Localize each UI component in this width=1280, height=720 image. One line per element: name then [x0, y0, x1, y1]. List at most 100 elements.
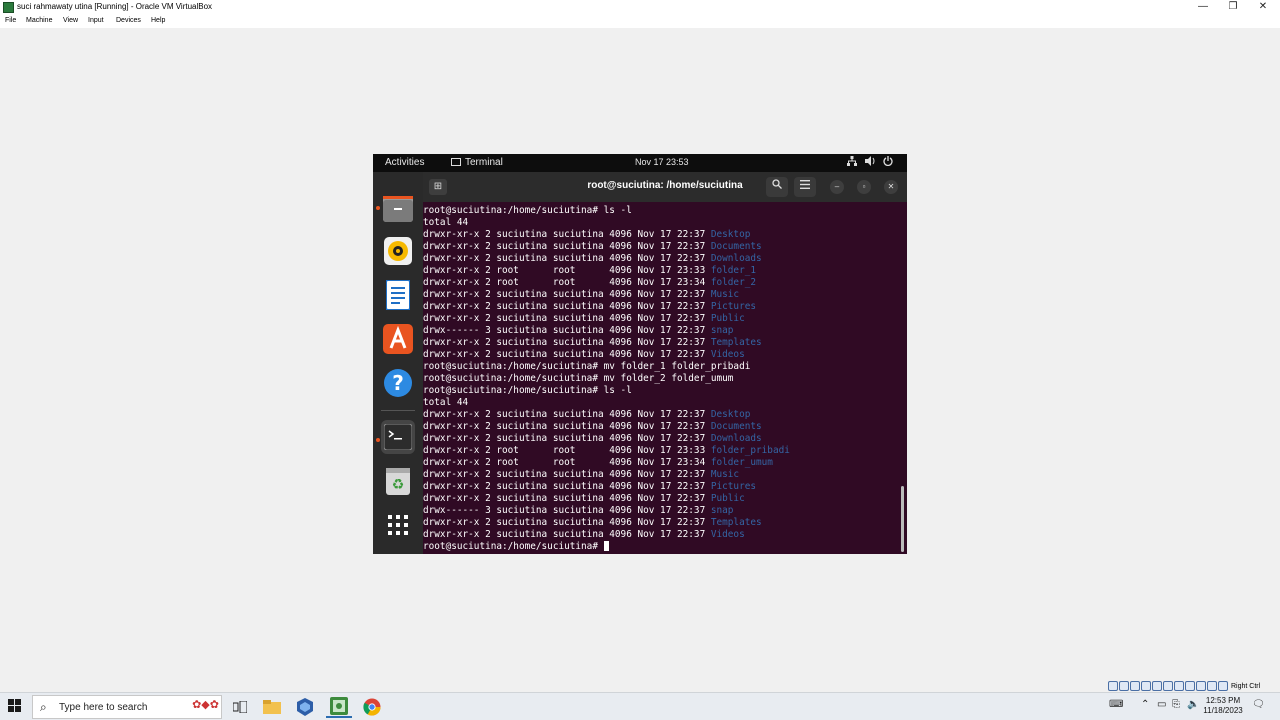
writer-icon[interactable] — [381, 278, 415, 312]
terminal-line: root@suciutina:/home/suciutina# mv folde… — [423, 361, 907, 373]
mouse-integration-icon[interactable] — [1207, 681, 1217, 691]
terminal-line-text: drwxr-xr-x 2 root root 4096 Nov 17 23:34 — [423, 277, 711, 288]
directory-name: Documents — [710, 421, 762, 432]
terminal-line: drwxr-xr-x 2 suciutina suciutina 4096 No… — [423, 421, 907, 433]
hamburger-menu-button[interactable] — [794, 177, 816, 197]
power-icon[interactable] — [883, 156, 893, 169]
app-menu-label: Terminal — [465, 157, 503, 168]
cpu-icon[interactable] — [1196, 681, 1206, 691]
menu-file[interactable]: File — [5, 17, 16, 24]
terminal-line-text: root@suciutina:/home/suciutina# mv folde… — [423, 361, 751, 372]
terminal-line: drwxr-xr-x 2 suciutina suciutina 4096 No… — [423, 241, 907, 253]
trash-icon[interactable]: ♻ — [381, 464, 415, 498]
menu-input[interactable]: Input — [88, 17, 104, 24]
terminal-line-text: drwxr-xr-x 2 root root 4096 Nov 17 23:33 — [423, 265, 711, 276]
help-icon[interactable]: ? — [381, 366, 415, 400]
terminal-line: root@suciutina:/home/suciutina# ls -l — [423, 385, 907, 397]
terminal-line-text: total 44 — [423, 217, 469, 228]
maximize-window-button[interactable]: ▫ — [857, 180, 871, 194]
gnome-top-bar: Activities Terminal Nov 17 23:53 — [373, 154, 907, 172]
guest-screen: Activities Terminal Nov 17 23:53 ? ♻ ⊞ r… — [373, 154, 907, 554]
minimize-button[interactable]: — — [1186, 0, 1220, 14]
display-icon[interactable] — [1174, 681, 1184, 691]
app-menu[interactable]: Terminal — [451, 157, 503, 168]
directory-name: folder_2 — [710, 277, 757, 288]
directory-name: Templates — [710, 337, 762, 348]
menu-devices[interactable]: Devices — [116, 17, 141, 24]
show-hidden-icons-icon[interactable]: ⌃ — [1141, 699, 1149, 710]
file-explorer-icon[interactable] — [259, 696, 285, 718]
terminal-line-text: drwxr-xr-x 2 suciutina suciutina 4096 No… — [423, 517, 711, 528]
terminal-line: drwxr-xr-x 2 suciutina suciutina 4096 No… — [423, 529, 907, 541]
keyboard-layout-icon[interactable]: ⌨ — [1109, 699, 1123, 710]
app-center-icon[interactable] — [381, 322, 415, 356]
directory-name: Documents — [710, 241, 762, 252]
device-icon[interactable]: ▭ — [1157, 699, 1166, 710]
rhythmbox-icon[interactable] — [381, 234, 415, 268]
text-cursor — [603, 541, 609, 551]
shared-folders-icon[interactable] — [1163, 681, 1173, 691]
terminal-icon[interactable] — [381, 420, 415, 454]
terminal-line: total 44 — [423, 217, 907, 229]
audio-icon[interactable] — [1130, 681, 1140, 691]
activities-button[interactable]: Activities — [385, 157, 424, 168]
vm-window-taskbar-icon[interactable] — [326, 696, 352, 718]
terminal-line-text: drwxr-xr-x 2 suciutina suciutina 4096 No… — [423, 349, 711, 360]
directory-name: Videos — [710, 349, 745, 360]
hard-disk-icon[interactable] — [1108, 681, 1118, 691]
terminal-line: drwxr-xr-x 2 suciutina suciutina 4096 No… — [423, 469, 907, 481]
taskbar-clock[interactable]: 12:53 PM 11/18/2023 — [1198, 696, 1248, 716]
terminal-line: drwx------ 3 suciutina suciutina 4096 No… — [423, 505, 907, 517]
terminal-line: drwxr-xr-x 2 suciutina suciutina 4096 No… — [423, 253, 907, 265]
network-tray-icon[interactable]: ⎘ — [1172, 699, 1180, 710]
terminal-line: root@suciutina:/home/suciutina# mv folde… — [423, 373, 907, 385]
network-adapter-icon[interactable] — [1141, 681, 1151, 691]
search-placeholder: Type here to search — [59, 702, 148, 713]
close-window-button[interactable]: ✕ — [884, 180, 898, 194]
usb-icon[interactable] — [1152, 681, 1162, 691]
task-view-icon[interactable] — [227, 696, 253, 718]
windows-start-icon[interactable] — [8, 699, 22, 713]
terminal-line: drwxr-xr-x 2 suciutina suciutina 4096 No… — [423, 349, 907, 361]
terminal-line-text: root@suciutina:/home/suciutina# ls -l — [423, 385, 632, 396]
show-apps-icon[interactable] — [381, 508, 415, 542]
directory-name: folder_1 — [710, 265, 757, 276]
terminal-line: drwx------ 3 suciutina suciutina 4096 No… — [423, 325, 907, 337]
terminal-scrollbar[interactable] — [901, 486, 904, 552]
terminal-line-text: drwx------ 3 suciutina suciutina 4096 No… — [423, 325, 711, 336]
directory-name: Pictures — [710, 481, 757, 492]
virtualbox-taskbar-icon[interactable] — [292, 696, 318, 718]
terminal-line: drwxr-xr-x 2 suciutina suciutina 4096 No… — [423, 433, 907, 445]
terminal-line-text: drwxr-xr-x 2 suciutina suciutina 4096 No… — [423, 493, 711, 504]
terminal-output[interactable]: root@suciutina:/home/suciutina# ls -l tot… — [423, 202, 907, 554]
search-button[interactable] — [766, 177, 788, 197]
directory-name: Desktop — [710, 229, 751, 240]
host-key-label: Right Ctrl — [1231, 682, 1261, 690]
minimize-window-button[interactable]: – — [830, 180, 844, 194]
hamburger-icon — [800, 180, 810, 189]
chrome-icon[interactable] — [359, 696, 385, 718]
optical-drive-icon[interactable] — [1119, 681, 1129, 691]
vbox-status-bar: Right Ctrl — [1108, 680, 1260, 692]
volume-icon[interactable] — [865, 156, 876, 169]
directory-name: Music — [710, 469, 740, 480]
directory-name: Desktop — [710, 409, 751, 420]
keyboard-capture-icon[interactable] — [1218, 681, 1228, 691]
menu-machine[interactable]: Machine — [26, 17, 52, 24]
restore-button[interactable]: ❐ — [1216, 0, 1250, 14]
network-icon[interactable] — [847, 156, 857, 169]
terminal-line-text: drwx------ 3 suciutina suciutina 4096 No… — [423, 505, 711, 516]
video-capture-icon[interactable] — [1185, 681, 1195, 691]
menu-view[interactable]: View — [63, 17, 78, 24]
notifications-icon[interactable]: 🗨 — [1252, 699, 1265, 710]
terminal-line-text: drwxr-xr-x 2 suciutina suciutina 4096 No… — [423, 313, 711, 324]
terminal-line: root@suciutina:/home/suciutina# ls -l — [423, 205, 907, 217]
close-button[interactable]: ✕ — [1246, 0, 1280, 14]
menu-help[interactable]: Help — [151, 17, 165, 24]
taskbar-search-box[interactable]: ⌕ Type here to search ✿◆✿ — [32, 695, 222, 719]
terminal-prompt-line[interactable]: root@suciutina:/home/suciutina# — [423, 541, 907, 553]
search-icon: ⌕ — [40, 700, 47, 714]
clock[interactable]: Nov 17 23:53 — [635, 157, 689, 167]
clock-time: 12:53 PM — [1205, 696, 1241, 705]
files-icon[interactable] — [381, 192, 415, 226]
